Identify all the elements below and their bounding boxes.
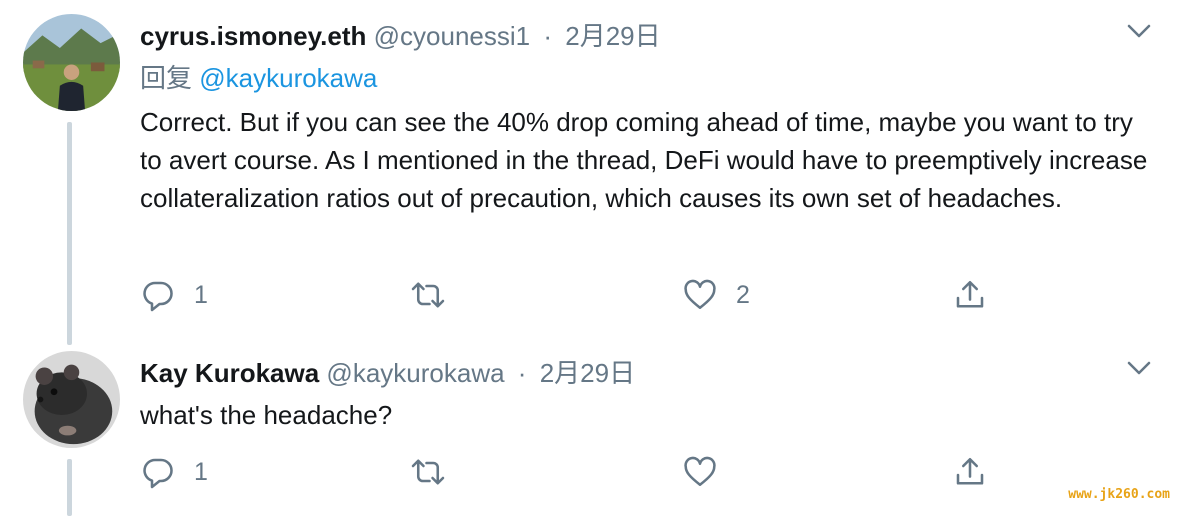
reply-icon	[143, 458, 173, 489]
avatar-cyrus-image	[23, 14, 120, 111]
chevron-down-icon[interactable]	[1124, 353, 1154, 383]
like-button[interactable]: 2	[682, 275, 750, 315]
separator-dot: ·	[543, 21, 553, 51]
retweet-button[interactable]	[410, 452, 464, 492]
retweet-button[interactable]	[410, 275, 464, 315]
watermark: www.jk260.com	[1068, 487, 1170, 502]
handle[interactable]: @cyounessi1	[374, 21, 530, 51]
handle[interactable]: @kaykurokawa	[326, 358, 504, 388]
chevron-down-icon[interactable]	[1124, 16, 1154, 46]
thread-line	[67, 459, 72, 516]
reply-count: 1	[194, 280, 208, 309]
tweet-date[interactable]: 2月29日	[540, 358, 635, 388]
tweet-header: cyrus.ismoney.eth @cyounessi1 · 2月29日	[140, 16, 661, 56]
tweet-cyrus[interactable]: cyrus.ismoney.eth @cyounessi1 · 2月29日 回复…	[0, 0, 1184, 345]
avatar-cyrus[interactable]	[23, 14, 120, 111]
retweet-icon	[411, 282, 445, 308]
thread-line	[67, 122, 72, 345]
tweet-actions: 1 2	[140, 275, 1040, 315]
tweet-text: Correct. But if you can see the 40% drop…	[140, 107, 1148, 213]
like-icon	[684, 279, 716, 310]
reply-button[interactable]: 1	[140, 452, 208, 492]
tweet-actions: 1	[140, 452, 1040, 492]
reply-count: 1	[194, 457, 208, 486]
share-icon	[956, 280, 984, 308]
like-icon	[684, 456, 716, 487]
display-name[interactable]: cyrus.ismoney.eth	[140, 21, 366, 51]
reply-button[interactable]: 1	[140, 275, 208, 315]
tweet-text: what's the headache?	[140, 400, 393, 430]
avatar-kay-image	[23, 351, 120, 448]
tweet-kay[interactable]: Kay Kurokawa @kaykurokawa · 2月29日 what's…	[0, 345, 1184, 516]
share-icon	[956, 457, 984, 485]
share-button[interactable]	[952, 275, 988, 315]
separator-dot: ·	[517, 358, 527, 388]
like-count: 2	[736, 280, 750, 309]
retweet-icon	[411, 459, 445, 485]
reply-icon	[143, 281, 173, 312]
avatar-kay[interactable]	[23, 351, 120, 448]
reply-mention-link[interactable]: @kaykurokawa	[199, 63, 377, 93]
like-button[interactable]	[682, 452, 736, 492]
tweet-date[interactable]: 2月29日	[565, 21, 660, 51]
reply-to-line: 回复 @kaykurokawa	[140, 58, 377, 98]
share-button[interactable]	[952, 452, 988, 492]
display-name[interactable]: Kay Kurokawa	[140, 358, 319, 388]
reply-prefix: 回复	[140, 63, 193, 93]
tweet-header: Kay Kurokawa @kaykurokawa · 2月29日	[140, 353, 635, 393]
